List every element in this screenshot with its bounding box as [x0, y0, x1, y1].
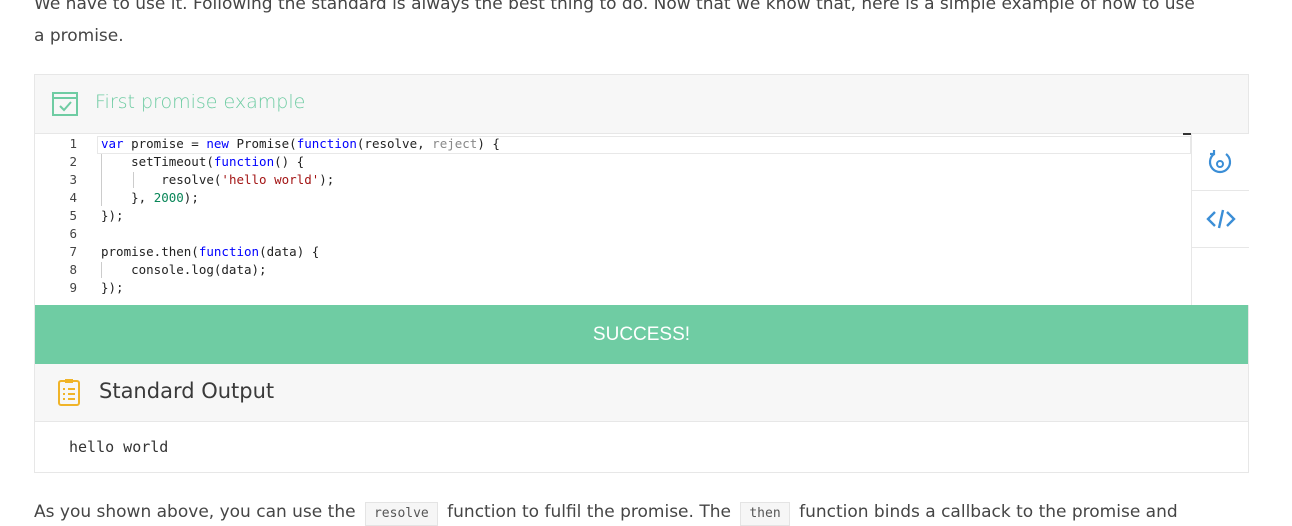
code-line: });: [101, 280, 124, 295]
line-number: 3: [69, 172, 77, 187]
paragraph-text: function to fulfil the promise. The: [447, 502, 731, 522]
paragraph-text: function binds a callback to the promise…: [799, 502, 1178, 522]
paragraph-text: As you shown above, you can use the: [34, 502, 356, 522]
intro-paragraph: We have to use it. Following the standar…: [34, 0, 1254, 52]
standard-output-header: Standard Output: [35, 364, 1248, 422]
inline-code-resolve: resolve: [364, 502, 438, 526]
code-editor[interactable]: 1 2 3 4 5 6 7 8 9 var promise = new Prom…: [35, 133, 1191, 305]
code-icon: [1206, 209, 1236, 229]
code-line: resolve('hello world');: [101, 172, 335, 187]
code-line: var promise = new Promise(function(resol…: [101, 136, 500, 151]
code-line: setTimeout(function() {: [101, 154, 305, 169]
reset-button[interactable]: [1192, 134, 1249, 191]
scroll-marker: [1183, 133, 1191, 135]
line-number: 4: [69, 190, 77, 205]
checkbox-calendar-icon: [52, 92, 78, 116]
code-line: promise.then(function(data) {: [101, 244, 320, 259]
widget-title: First promise example: [95, 91, 306, 113]
editor-toolbar: [1191, 134, 1249, 305]
line-number: 6: [69, 226, 77, 241]
standard-output-body: hello world: [35, 422, 1248, 472]
output-text: hello world: [69, 438, 169, 456]
code-example-widget: First promise example 1 2 3 4 5 6 7 8 9 …: [34, 74, 1249, 473]
code-line: console.log(data);: [101, 262, 267, 277]
status-banner: SUCCESS!: [35, 305, 1248, 364]
line-number: 7: [69, 244, 77, 259]
standard-output-title: Standard Output: [99, 379, 275, 403]
line-number: 9: [69, 280, 77, 295]
line-number: 5: [69, 208, 77, 223]
code-line: });: [101, 208, 124, 223]
intro-line-2: a promise.: [34, 26, 124, 46]
code-line: }, 2000);: [101, 190, 199, 205]
reset-icon: [1208, 150, 1232, 174]
widget-header: First promise example: [35, 75, 1248, 134]
after-paragraph: As you shown above, you can use the reso…: [34, 498, 1254, 526]
intro-line-1: We have to use it. Following the standar…: [34, 0, 1195, 14]
line-number: 8: [69, 262, 77, 277]
view-code-button[interactable]: [1192, 191, 1249, 248]
line-number: 2: [69, 154, 77, 169]
inline-code-then: then: [740, 502, 790, 526]
clipboard-list-icon: [58, 379, 80, 406]
line-number: 1: [69, 136, 77, 151]
